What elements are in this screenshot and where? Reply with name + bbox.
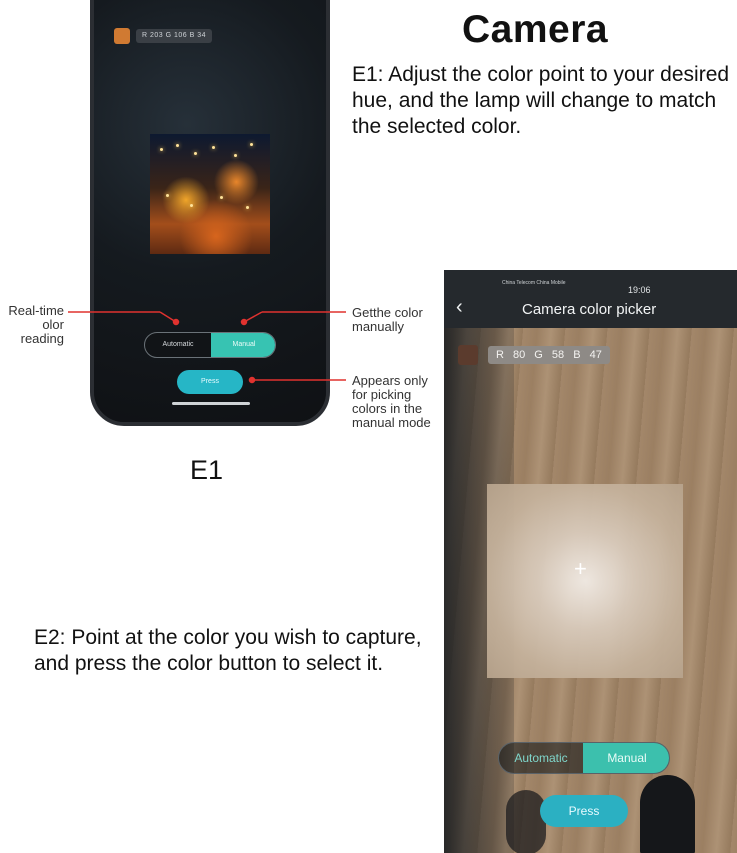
status-bar: [444, 270, 737, 328]
press-button[interactable]: Press: [540, 795, 628, 827]
status-carrier: China Telecom China Mobile: [502, 280, 566, 286]
mode-toggle[interactable]: Automatic Manual: [498, 742, 670, 774]
mode-manual[interactable]: Manual: [583, 743, 669, 773]
rgb-readout: R 80 G 58 B 47: [488, 346, 610, 364]
shoe-shape: [640, 775, 695, 853]
phone-e2: China Telecom China Mobile 19:06 ‹ Camer…: [444, 270, 737, 853]
callout-get-color: Getthe color manually: [352, 305, 423, 334]
callout-appears-only: Appears only for picking colors in the m…: [352, 373, 431, 430]
crosshair-icon: +: [574, 556, 587, 581]
screen-title: Camera color picker: [522, 301, 657, 318]
color-swatch: [458, 345, 478, 365]
callout-realtime: Real-time olor reading: [8, 303, 64, 346]
chevron-left-icon[interactable]: ‹: [456, 296, 463, 319]
status-time: 19:06: [628, 285, 651, 295]
shoe-shape-left: [506, 790, 546, 853]
mode-automatic[interactable]: Automatic: [499, 743, 583, 773]
